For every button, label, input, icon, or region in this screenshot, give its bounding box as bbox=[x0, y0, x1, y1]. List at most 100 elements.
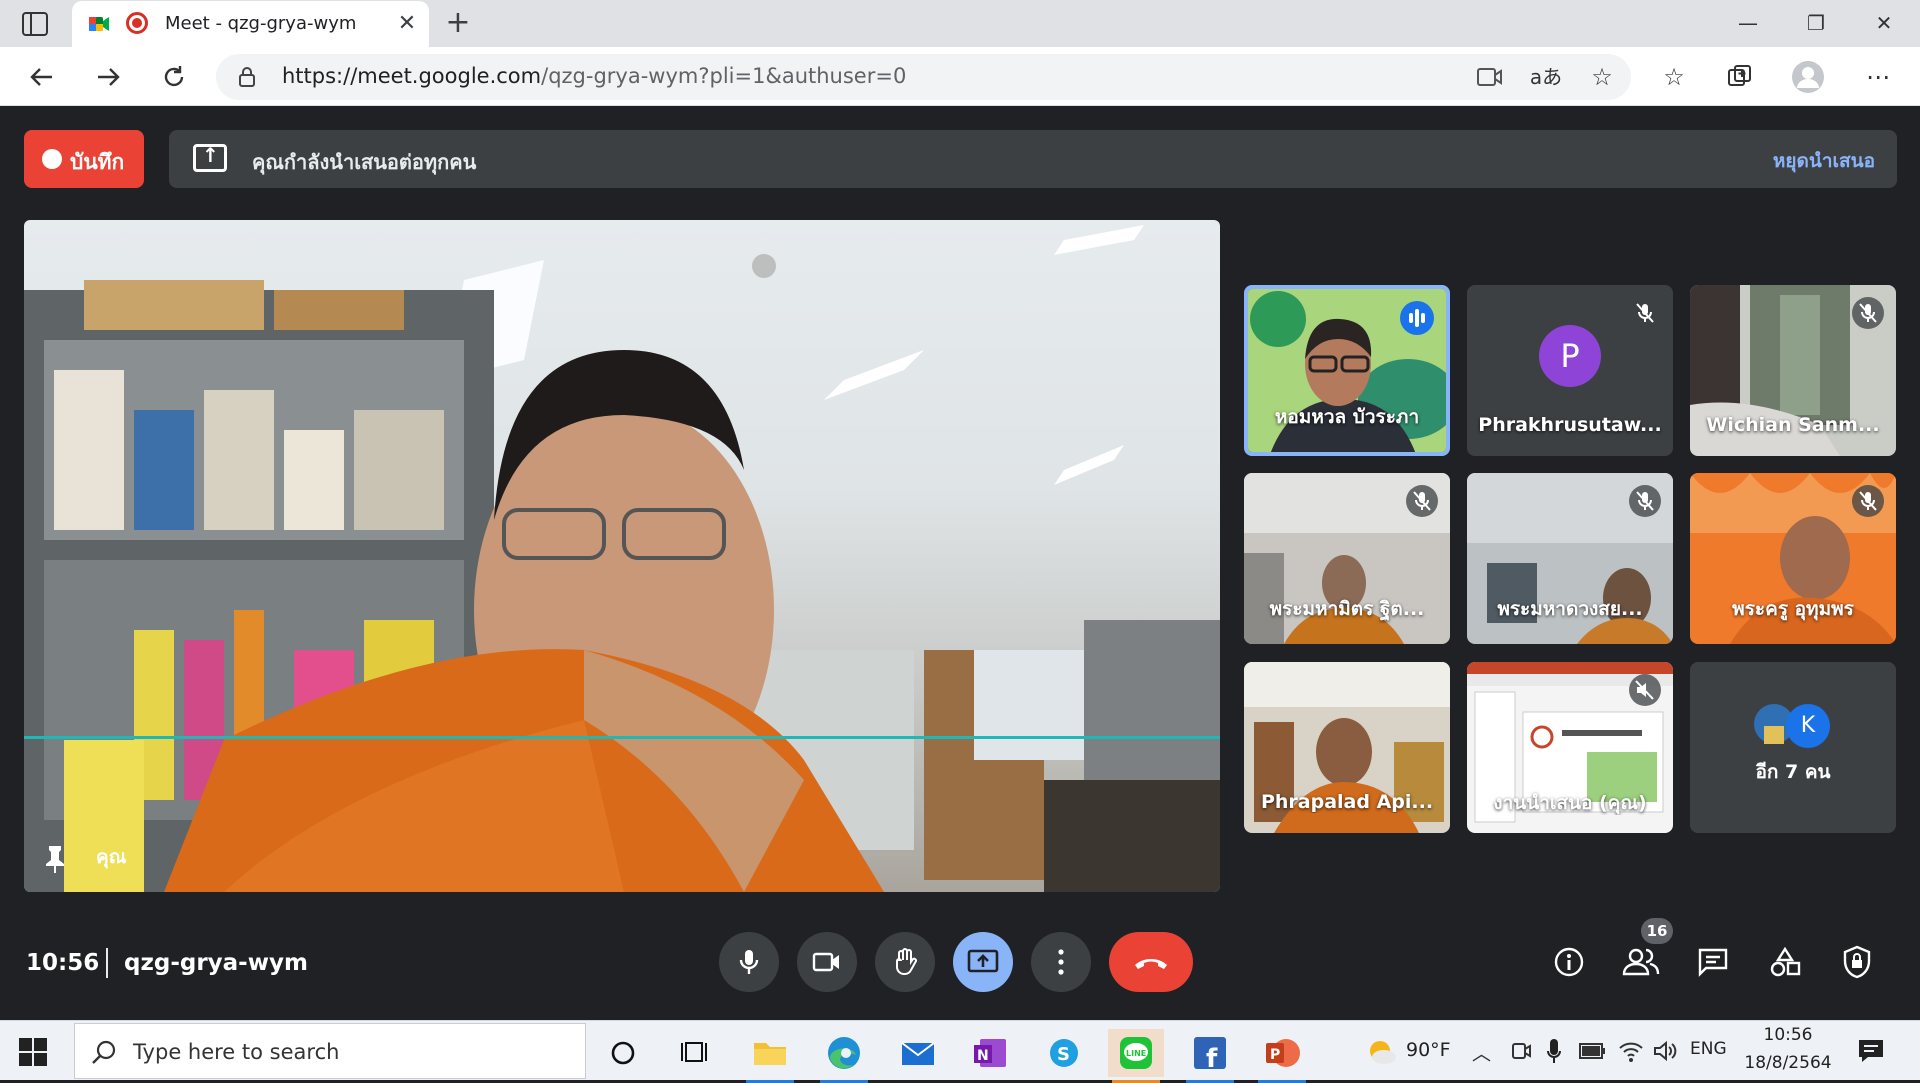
line-app-icon[interactable]: LINE bbox=[1108, 1029, 1164, 1083]
video-camera-icon bbox=[812, 952, 839, 972]
skype-icon[interactable]: S bbox=[1036, 1029, 1092, 1077]
restore-button[interactable]: ❐ bbox=[1786, 6, 1846, 40]
tab-title: Meet - qzg-grya-wym bbox=[165, 13, 357, 34]
meeting-details-button[interactable] bbox=[1545, 938, 1593, 986]
people-count-badge: 16 bbox=[1641, 918, 1673, 944]
facebook-icon[interactable]: f bbox=[1182, 1029, 1238, 1083]
more-options-button[interactable] bbox=[1031, 932, 1091, 992]
weather-sun-icon[interactable] bbox=[1364, 1035, 1398, 1067]
new-tab-button[interactable]: + bbox=[442, 8, 474, 40]
address-bar[interactable]: https://meet.google.com/qzg-grya-wym?pli… bbox=[216, 54, 1631, 100]
add-favorite-icon[interactable]: ☆ bbox=[1582, 57, 1622, 97]
participant-tile[interactable]: พระมหามิตร ฐิต... bbox=[1244, 473, 1450, 644]
presenting-text: คุณกำลังนำเสนอต่อทุกคน bbox=[252, 150, 477, 174]
svg-text:LINE: LINE bbox=[1126, 1049, 1146, 1058]
lock-icon[interactable] bbox=[236, 66, 258, 88]
tab-actions-icon[interactable] bbox=[22, 12, 48, 36]
svg-text:f: f bbox=[1206, 1044, 1218, 1074]
file-explorer-icon[interactable] bbox=[742, 1029, 798, 1083]
search-placeholder: Type here to search bbox=[133, 1040, 340, 1064]
leave-call-button[interactable] bbox=[1109, 932, 1193, 992]
url-text[interactable]: https://meet.google.com/qzg-grya-wym?pli… bbox=[282, 64, 906, 88]
forward-button[interactable] bbox=[88, 57, 128, 97]
search-icon bbox=[92, 1040, 116, 1064]
taskbar-search-box[interactable]: Type here to search bbox=[74, 1023, 586, 1079]
avatar: K bbox=[1786, 704, 1830, 748]
cortana-icon[interactable] bbox=[595, 1029, 651, 1077]
people-icon bbox=[1622, 948, 1660, 976]
presentation-tile[interactable]: งานนำเสนอ (คุณ) bbox=[1467, 662, 1673, 833]
window-close-button[interactable]: ✕ bbox=[1854, 6, 1914, 40]
shield-lock-icon bbox=[1843, 945, 1871, 979]
self-video-image bbox=[24, 225, 1220, 892]
sound-off-icon bbox=[1629, 674, 1661, 706]
participant-name: Phrakhrusutaw... bbox=[1478, 414, 1662, 436]
microphone-tray-icon[interactable] bbox=[1546, 1037, 1562, 1065]
task-view-icon[interactable] bbox=[668, 1029, 724, 1077]
onenote-icon[interactable]: N bbox=[962, 1029, 1018, 1077]
show-hidden-icons-icon[interactable]: ︿ bbox=[1472, 1039, 1491, 1066]
collections-icon[interactable] bbox=[1720, 57, 1760, 97]
wifi-icon[interactable] bbox=[1618, 1039, 1644, 1063]
recording-indicator-icon bbox=[126, 12, 148, 34]
url-path: /qzg-grya-wym?pli=1&authuser=0 bbox=[541, 64, 907, 88]
recording-button[interactable]: บันทึก bbox=[24, 130, 144, 188]
camera-button[interactable] bbox=[797, 932, 857, 992]
participant-tile[interactable]: P Phrakhrusutaw... bbox=[1467, 285, 1673, 456]
participant-name: พระครู อุทุมพร bbox=[1732, 598, 1854, 620]
more-participants-label: อีก 7 คน bbox=[1755, 761, 1831, 783]
participant-tile[interactable]: พระมหาดวงสย... bbox=[1467, 473, 1673, 644]
microphone-button[interactable] bbox=[719, 932, 779, 992]
participant-tile[interactable]: พระครู อุทุมพร bbox=[1690, 473, 1896, 644]
battery-icon[interactable] bbox=[1578, 1041, 1606, 1061]
back-button[interactable] bbox=[22, 57, 62, 97]
mic-off-icon bbox=[1629, 297, 1661, 329]
more-participants-tile[interactable]: K อีก 7 คน bbox=[1690, 662, 1896, 833]
powerpoint-icon[interactable]: P bbox=[1254, 1029, 1310, 1083]
tab-close-icon[interactable]: ✕ bbox=[394, 11, 420, 37]
url-host: https://meet.google.com bbox=[282, 64, 542, 88]
participant-name: งานนำเสนอ (คุณ) bbox=[1493, 792, 1647, 814]
host-controls-button[interactable] bbox=[1833, 938, 1881, 986]
mic-off-icon bbox=[1852, 485, 1884, 517]
mic-off-icon bbox=[1406, 485, 1438, 517]
meet-now-icon[interactable] bbox=[1510, 1039, 1532, 1063]
pin-icon[interactable] bbox=[42, 844, 68, 874]
participant-tile[interactable]: Wichian Sanm... bbox=[1690, 285, 1896, 456]
self-video[interactable]: คุณ bbox=[24, 220, 1220, 892]
mail-icon[interactable] bbox=[890, 1029, 946, 1077]
tab-meet[interactable]: Meet - qzg-grya-wym ✕ bbox=[72, 1, 429, 47]
volume-icon[interactable] bbox=[1652, 1039, 1678, 1063]
people-button[interactable] bbox=[1617, 938, 1665, 986]
browser-toolbar: https://meet.google.com/qzg-grya-wym?pli… bbox=[0, 47, 1920, 106]
stop-presenting-button[interactable]: หยุดนำเสนอ bbox=[1773, 146, 1875, 176]
meeting-code: qzg-grya-wym bbox=[124, 950, 308, 976]
weather-temperature[interactable]: 90°F bbox=[1406, 1039, 1451, 1061]
shapes-icon bbox=[1770, 946, 1801, 977]
taskbar-date[interactable]: 18/8/2564 bbox=[1740, 1053, 1836, 1073]
edge-browser-icon[interactable] bbox=[816, 1029, 872, 1083]
camera-in-use-icon[interactable] bbox=[1470, 57, 1510, 97]
windows-start-icon[interactable] bbox=[18, 1037, 48, 1067]
raise-hand-button[interactable] bbox=[875, 932, 935, 992]
input-language[interactable]: ENG bbox=[1690, 1039, 1727, 1059]
avatar: P bbox=[1539, 325, 1601, 387]
participant-name: Phrapalad Api... bbox=[1260, 791, 1434, 813]
taskbar-time[interactable]: 10:56 bbox=[1748, 1025, 1828, 1045]
participant-tile[interactable]: Phrapalad Api... bbox=[1244, 662, 1450, 833]
notification-center-icon[interactable] bbox=[1856, 1037, 1886, 1065]
info-icon bbox=[1554, 947, 1584, 977]
more-menu-icon[interactable]: ⋯ bbox=[1858, 57, 1898, 97]
present-now-button[interactable] bbox=[953, 932, 1013, 992]
favorites-icon[interactable]: ☆ bbox=[1654, 57, 1694, 97]
browser-tab-bar: Meet - qzg-grya-wym ✕ + — ❐ ✕ bbox=[0, 0, 1920, 47]
refresh-button[interactable] bbox=[154, 57, 194, 97]
windows-taskbar: Type here to search N S LINE f P 90°F ︿ bbox=[0, 1020, 1920, 1083]
participant-name: หอมหวล บัวระภา bbox=[1274, 406, 1420, 428]
participant-tile[interactable]: หอมหวล บัวระภา bbox=[1244, 285, 1450, 456]
chat-button[interactable] bbox=[1689, 938, 1737, 986]
activities-button[interactable] bbox=[1761, 938, 1809, 986]
profile-avatar-icon[interactable] bbox=[1788, 57, 1828, 97]
read-aloud-icon[interactable]: aあ bbox=[1526, 57, 1566, 97]
minimize-button[interactable]: — bbox=[1718, 6, 1778, 40]
